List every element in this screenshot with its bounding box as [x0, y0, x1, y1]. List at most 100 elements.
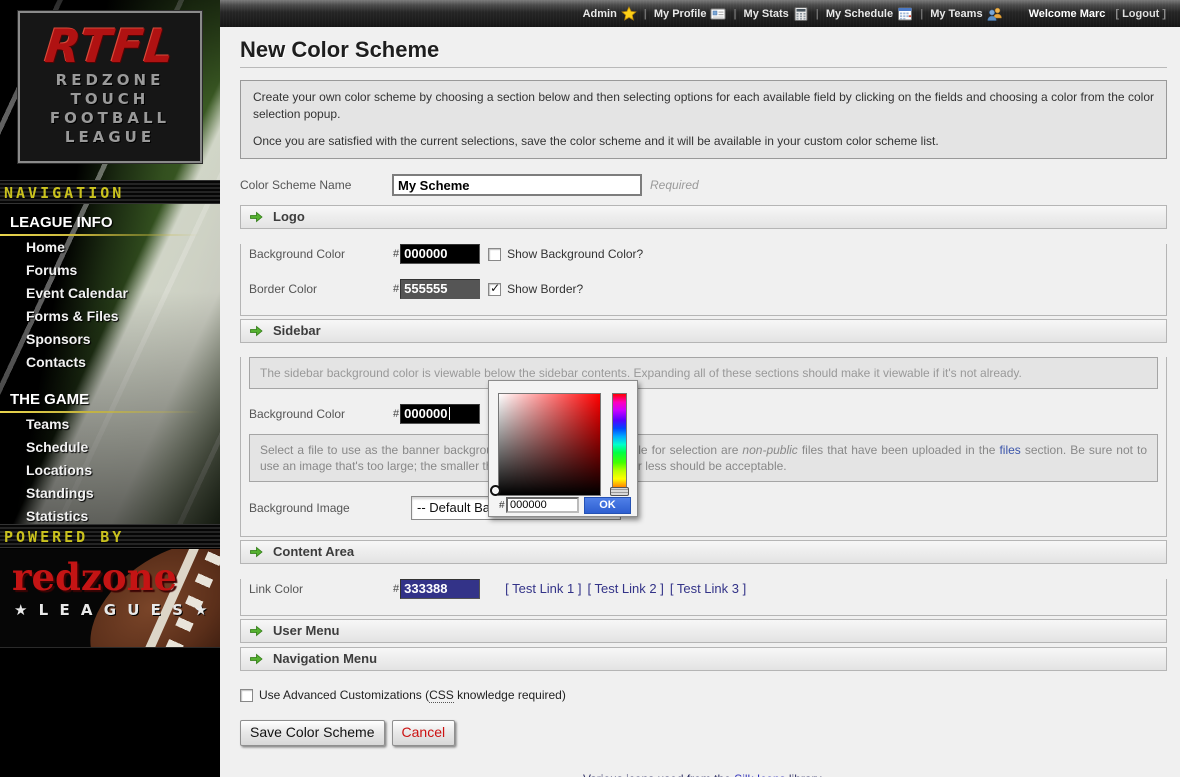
page-footer: Various icons used from the Silk Icons l…	[240, 772, 1167, 777]
league-logo-line: FOOTBALL	[20, 109, 200, 128]
hue-slider-thumb[interactable]	[610, 487, 629, 496]
show-border-label[interactable]: Show Border?	[507, 282, 583, 297]
scheme-name-row: Color Scheme Name Required	[240, 174, 1167, 196]
topbar-separator: |	[733, 7, 736, 21]
page-title: New Color Scheme	[240, 37, 1167, 63]
hue-slider[interactable]	[612, 393, 627, 496]
star-icon	[621, 6, 637, 22]
calendar-icon	[897, 6, 913, 22]
show-bg-color-label[interactable]: Show Background Color?	[507, 247, 643, 262]
league-logo-line: REDZONE	[20, 71, 200, 90]
sidebar-item-standings[interactable]: Standings	[0, 481, 220, 504]
league-logo[interactable]: RTFL REDZONE TOUCH FOOTBALL LEAGUE	[18, 11, 202, 163]
test-link-3[interactable]: [ Test Link 3 ]	[670, 581, 746, 597]
silk-icons-link[interactable]: Silk Icons	[734, 772, 785, 777]
link-color-label: Link Color	[249, 582, 393, 597]
navigation-band-label: NAVIGATION	[4, 184, 124, 202]
color-picker-cursor[interactable]	[490, 485, 501, 496]
advanced-customizations-label[interactable]: Use Advanced Customizations (CSS knowled…	[259, 688, 566, 703]
logout-link[interactable]: Logout	[1122, 7, 1159, 21]
link-color-swatch[interactable]: 333388	[400, 579, 480, 599]
nav-heading-the-game: THE GAME	[0, 387, 220, 412]
sidebar-item-forums[interactable]: Forums	[0, 258, 220, 281]
css-abbr: CSS	[429, 688, 454, 703]
sidebar-item-event-calendar[interactable]: Event Calendar	[0, 281, 220, 304]
scheme-name-input[interactable]	[392, 174, 642, 196]
show-border-checkbox[interactable]	[488, 283, 501, 296]
non-public-emphasis: non-public	[742, 443, 797, 457]
hex-prefix: #	[393, 283, 399, 295]
background-image-label: Background Image	[249, 501, 393, 516]
cancel-button[interactable]: Cancel	[392, 720, 456, 746]
sidebar-item-contacts[interactable]: Contacts	[0, 350, 220, 373]
intro-paragraph-2: Once you are satisfied with the current …	[253, 133, 1154, 150]
section-header-content-area[interactable]: Content Area	[240, 540, 1167, 564]
green-arrow-icon	[249, 324, 263, 338]
section-header-user-menu[interactable]: User Menu	[240, 619, 1167, 643]
save-color-scheme-button[interactable]: Save Color Scheme	[240, 720, 385, 746]
action-buttons: Save Color Scheme Cancel	[240, 720, 1167, 746]
welcome-text: Welcome Marc	[1029, 7, 1106, 21]
topbar-item-my-profile[interactable]: My Profile	[654, 6, 727, 22]
topbar-separator: |	[920, 7, 923, 21]
section-header-sidebar[interactable]: Sidebar	[240, 319, 1167, 343]
footer-line-1: Various icons used from the Silk Icons l…	[240, 772, 1167, 777]
text-caret	[449, 407, 450, 420]
topbar-item-my-schedule[interactable]: My Schedule	[826, 6, 913, 22]
picker-hex-input[interactable]	[506, 497, 579, 513]
files-link[interactable]: files	[999, 443, 1020, 457]
green-arrow-icon	[249, 210, 263, 224]
league-logo-line: TOUCH	[20, 90, 200, 109]
hex-prefix: #	[499, 500, 505, 511]
redzone-brand-text: redzone	[12, 557, 177, 597]
background-image-row: Background Image -- Default Ba	[249, 496, 1158, 520]
sidebar-item-forms-files[interactable]: Forms & Files	[0, 304, 220, 327]
section-body-sidebar: The sidebar background color is viewable…	[240, 357, 1167, 537]
test-link-2[interactable]: [ Test Link 2 ]	[587, 581, 663, 597]
color-picker-popup: # OK	[488, 380, 638, 517]
logout-bracket: ]	[1162, 7, 1166, 21]
picker-ok-button[interactable]: OK	[584, 497, 631, 514]
section-header-navigation-menu[interactable]: Navigation Menu	[240, 647, 1167, 671]
logo-bg-color-swatch[interactable]: 000000	[400, 244, 480, 264]
topbar-item-my-teams[interactable]: My Teams	[930, 6, 1002, 22]
section-header-logo[interactable]: Logo	[240, 205, 1167, 229]
test-links: [ Test Link 1 ] [ Test Link 2 ] [ Test L…	[505, 581, 746, 597]
calculator-icon	[793, 6, 809, 22]
title-divider	[240, 67, 1167, 68]
redzone-leagues-logo[interactable]: redzone ★ L E A G U E S ★	[0, 549, 220, 648]
green-arrow-icon	[249, 545, 263, 559]
topbar-item-admin[interactable]: Admin	[583, 6, 637, 22]
sidebar-bg-color-row: Background Color # 000000	[249, 404, 1158, 424]
logo-border-color-swatch[interactable]: 555555	[400, 279, 480, 299]
sidebar-item-schedule[interactable]: Schedule	[0, 435, 220, 458]
sidebar-item-home[interactable]: Home	[0, 235, 220, 258]
hex-prefix: #	[393, 408, 399, 420]
topbar-separator: |	[816, 7, 819, 21]
show-bg-color-checkbox[interactable]	[488, 248, 501, 261]
sidebar-bg-color-swatch[interactable]: 000000	[400, 404, 480, 424]
top-user-bar: Admin | My Profile | My Stats | My Sc	[220, 0, 1180, 27]
logout-bracket: [	[1115, 7, 1119, 21]
league-sidebar: RTFL REDZONE TOUCH FOOTBALL LEAGUE NAVIG…	[0, 0, 220, 777]
hex-prefix: #	[393, 583, 399, 595]
green-arrow-icon	[249, 652, 263, 666]
intro-box: Create your own color scheme by choosing…	[240, 80, 1167, 159]
intro-paragraph-1: Create your own color scheme by choosing…	[253, 89, 1154, 123]
test-link-1[interactable]: [ Test Link 1 ]	[505, 581, 581, 597]
redzone-leagues-text: ★ L E A G U E S ★	[14, 601, 211, 619]
saturation-value-area[interactable]	[498, 393, 601, 496]
sidebar-item-sponsors[interactable]: Sponsors	[0, 327, 220, 350]
topbar-item-my-stats[interactable]: My Stats	[744, 6, 809, 22]
sidebar-item-teams[interactable]: Teams	[0, 412, 220, 435]
main-content: New Color Scheme Create your own color s…	[220, 27, 1180, 777]
powered-by-band: POWERED BY	[0, 524, 220, 548]
logo-bg-color-label: Background Color	[249, 247, 393, 262]
link-color-row: Link Color # 333388 [ Test Link 1 ] [ Te…	[249, 579, 1158, 599]
banner-image-note: Select a file to use as the banner backg…	[249, 434, 1158, 482]
advanced-customizations-checkbox[interactable]	[240, 689, 253, 702]
sidebar-item-locations[interactable]: Locations	[0, 458, 220, 481]
vcard-icon	[710, 6, 726, 22]
navigation-band: NAVIGATION	[0, 180, 220, 204]
nav-heading-league-info: LEAGUE INFO	[0, 210, 220, 235]
